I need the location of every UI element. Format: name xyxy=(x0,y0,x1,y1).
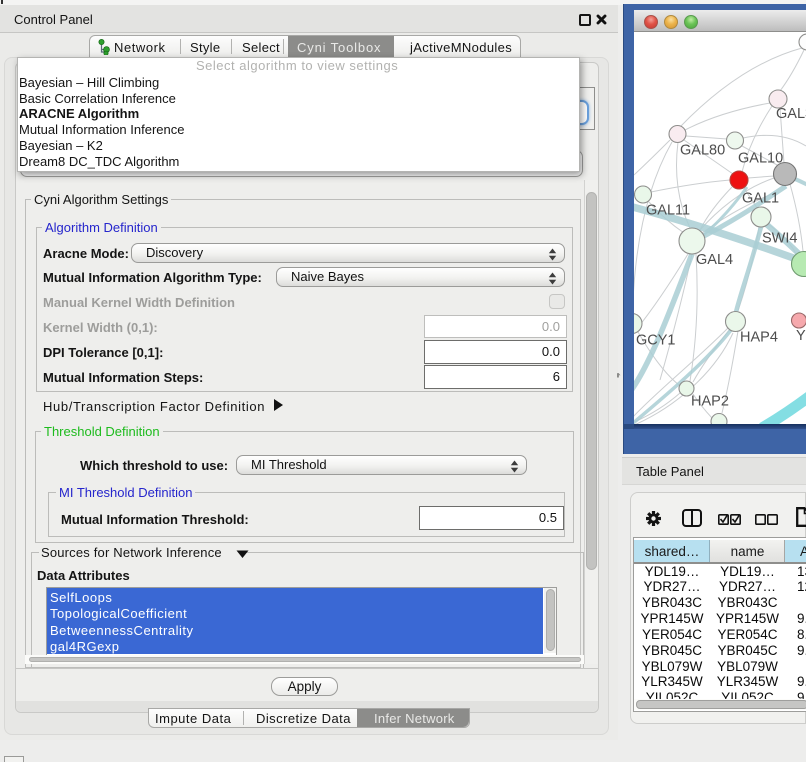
svg-text:HAP4: HAP4 xyxy=(740,330,778,346)
svg-text:Y: Y xyxy=(796,328,806,344)
svg-text:GCY1: GCY1 xyxy=(636,333,676,349)
svg-text:GAL10: GAL10 xyxy=(738,151,783,167)
svg-text:GAL3: GAL3 xyxy=(776,106,806,122)
svg-text:SWI4: SWI4 xyxy=(762,231,797,247)
svg-text:GAL4: GAL4 xyxy=(696,252,733,268)
svg-text:HAP2: HAP2 xyxy=(691,394,729,410)
svg-text:GAL1: GAL1 xyxy=(742,191,779,207)
svg-text:GAL80: GAL80 xyxy=(680,143,725,159)
svg-text:GAL11: GAL11 xyxy=(646,203,690,219)
